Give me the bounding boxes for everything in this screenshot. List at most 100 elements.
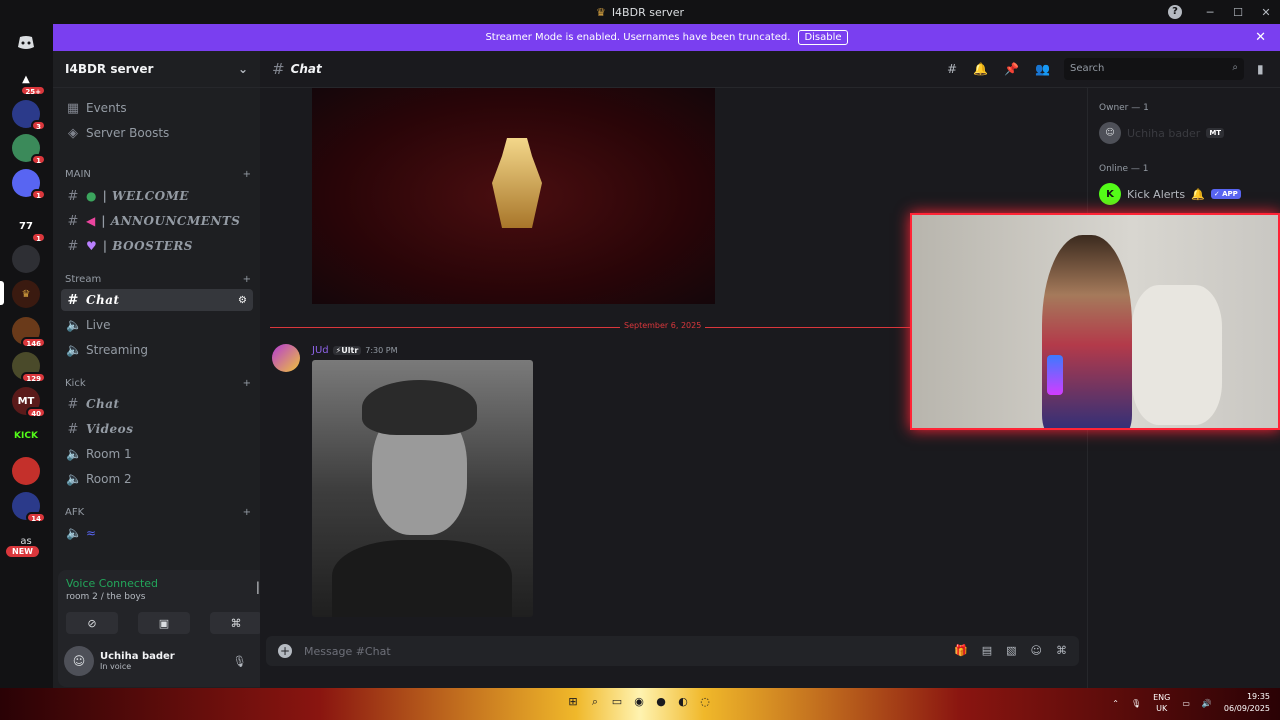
guild-discord[interactable]: 1 <box>12 169 46 200</box>
voice-room: room 2 / the boys <box>66 592 146 602</box>
channel-live[interactable]: 🔈 Live <box>61 314 253 336</box>
gif-icon[interactable]: ▤ <box>982 644 992 657</box>
guild-77[interactable]: 77 1 <box>12 212 46 243</box>
message-author[interactable]: JUd <box>312 345 329 356</box>
message-composer[interactable]: + Message #Chat 🎁 ▤ ▧ ☺ ⌘ <box>266 636 1079 666</box>
add-attachment-icon[interactable]: + <box>278 644 292 658</box>
speaker-icon: 🔈 <box>66 317 83 333</box>
disable-streamer-mode-button[interactable]: Disable <box>798 30 848 45</box>
help-icon[interactable]: ? <box>1168 5 1182 19</box>
message-avatar[interactable] <box>272 344 300 372</box>
kick-avatar: K <box>1099 183 1121 205</box>
photo-hair <box>362 380 477 435</box>
guild-red[interactable] <box>12 457 40 485</box>
message-image[interactable] <box>312 360 533 617</box>
settings-icon[interactable]: ⚙ <box>238 295 247 306</box>
emoji-icon[interactable]: ☺ <box>1031 644 1042 657</box>
channel-streaming[interactable]: 🔈 Streaming <box>61 339 253 361</box>
channel-chat[interactable]: # Chat ⚙ <box>61 289 253 311</box>
channel-welcome[interactable]: # ● | WELCOME <box>61 185 253 207</box>
hash-icon: # <box>67 396 79 412</box>
category-main-label: MAIN <box>65 169 91 180</box>
activity-icon[interactable]: ⌘ <box>210 612 262 634</box>
plus-icon[interactable]: + <box>243 378 251 389</box>
edge-icon[interactable]: ◌ <box>698 695 712 711</box>
system-tray: ⌃ 🎙 ENG UK ▭ 🔊 19:35 06/09/2025 <box>1112 691 1270 715</box>
guild-kick[interactable]: KICK <box>12 422 40 450</box>
category-kick-label: Kick <box>65 378 86 389</box>
server-banner-image[interactable] <box>312 88 715 304</box>
channel-announcments[interactable]: # ◀ | ANNOUNCMENTS <box>61 210 253 232</box>
streamer-mode-banner: Streamer Mode is enabled. Usernames have… <box>53 24 1280 51</box>
channel-videos[interactable]: # Videos <box>61 418 253 440</box>
bell-icon[interactable]: 🔔 <box>973 62 988 76</box>
channel-room1[interactable]: 🔈 Room 1 <box>61 443 253 465</box>
sticker-icon[interactable]: ▧ <box>1006 644 1016 657</box>
discord-icon[interactable]: ◐ <box>676 695 690 711</box>
channel-afk[interactable]: 🔈 ≈ <box>61 522 253 544</box>
tray-chevron-icon[interactable]: ⌃ <box>1112 699 1119 708</box>
tray-mic-icon[interactable]: 🎙 <box>1131 699 1141 708</box>
pin-icon[interactable]: 📌 <box>1004 62 1019 76</box>
guild-green[interactable]: 1 <box>12 134 46 165</box>
channel-room2[interactable]: 🔈 Room 2 <box>61 468 253 490</box>
discord-home-icon[interactable] <box>12 29 40 57</box>
close-icon[interactable]: ✕ <box>1255 30 1266 45</box>
category-stream[interactable]: Stream + <box>65 274 251 285</box>
volume-icon[interactable]: 🔊 <box>1202 699 1212 708</box>
channel-title: Chat <box>290 62 322 76</box>
guild-notifications[interactable]: ▲ 25+ <box>12 65 46 96</box>
speaker-icon: 🔈 <box>66 446 83 462</box>
category-main[interactable]: MAIN + <box>65 169 251 180</box>
minimize-button[interactable]: ─ <box>1196 6 1224 19</box>
composer-tools: 🎁 ▤ ▧ ☺ ⌘ <box>954 644 1067 657</box>
clock[interactable]: 19:35 06/09/2025 <box>1224 691 1270 715</box>
chrome-icon[interactable]: ◉ <box>632 695 646 711</box>
server-boosts-item[interactable]: ◈ Server Boosts <box>61 122 253 144</box>
maximize-button[interactable]: ☐ <box>1224 6 1252 19</box>
search-input[interactable]: Search ⌕ <box>1064 58 1244 80</box>
guild-voice-1[interactable]: 146 <box>12 317 46 348</box>
member-kick-alerts[interactable]: K Kick Alerts 🔔 ✓ APP <box>1099 183 1241 205</box>
category-kick[interactable]: Kick + <box>65 378 251 389</box>
search-icon[interactable]: ⌕ <box>588 695 602 711</box>
members-icon[interactable]: 👥 <box>1035 62 1050 76</box>
screen-share-icon[interactable]: ▣ <box>138 612 190 634</box>
guild-badge: 40 <box>26 407 46 418</box>
events-item[interactable]: ▦ Events <box>61 97 253 119</box>
channel-kick-chat[interactable]: # Chat <box>61 393 253 415</box>
server-header[interactable]: I4BDR server ⌄ <box>53 51 260 88</box>
guild-pubg[interactable]: 3 <box>12 100 46 131</box>
network-icon[interactable]: ▭ <box>1182 699 1190 708</box>
active-guild-pill <box>0 281 4 305</box>
member-owner[interactable]: ☺ Uchiha bader MT <box>1099 122 1225 144</box>
guild-badge: 14 <box>26 512 46 523</box>
mic-icon[interactable]: 🎙 <box>232 655 246 668</box>
category-afk[interactable]: AFK + <box>65 507 251 518</box>
obs-icon[interactable]: ● <box>654 695 668 711</box>
boost-icon: ◈ <box>68 125 78 141</box>
hash-icon: # <box>272 60 285 78</box>
camera-off-icon[interactable]: ⊘ <box>66 612 118 634</box>
gift-icon[interactable]: 🎁 <box>954 644 968 657</box>
language-indicator[interactable]: ENG UK <box>1153 692 1170 714</box>
guild-uefa[interactable]: 14 <box>12 492 46 523</box>
inbox-icon[interactable]: ▮ <box>1257 62 1264 76</box>
channel-boosters[interactable]: # ♥ | BOOSTERS <box>61 235 253 257</box>
guild-mt[interactable]: MT 40 <box>12 387 46 418</box>
guild-spiral[interactable] <box>12 245 40 273</box>
apps-icon[interactable]: ⌘ <box>1056 644 1067 657</box>
taskbar: ⊞ ⌕ ▭ ◉ ● ◐ ◌ ⌃ 🎙 ENG UK ▭ 🔊 19:35 06/09… <box>0 688 1280 720</box>
threads-icon[interactable]: # <box>947 62 957 76</box>
plus-icon[interactable]: + <box>243 507 251 518</box>
start-icon[interactable]: ⊞ <box>566 695 580 711</box>
close-window-button[interactable]: ✕ <box>1252 6 1280 19</box>
guild-kick-label: KICK <box>14 431 38 441</box>
plus-icon[interactable]: + <box>243 169 251 180</box>
avatar[interactable]: ☺ <box>64 646 94 676</box>
guild-i4bdr[interactable]: ♛ <box>12 280 40 308</box>
files-icon[interactable]: ▭ <box>610 695 624 711</box>
hash-icon: # <box>67 213 79 229</box>
guild-voice-2[interactable]: 129 <box>12 352 46 383</box>
plus-icon[interactable]: + <box>243 274 251 285</box>
